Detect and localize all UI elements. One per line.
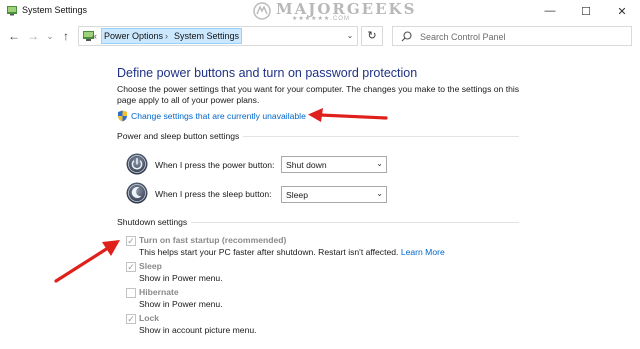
address-bar[interactable]: « Power Options › System Settings	[78, 26, 358, 46]
page-description: Choose the power settings that you want …	[117, 84, 520, 105]
breadcrumb-separator[interactable]: ›	[165, 31, 168, 41]
minimize-button[interactable]: —	[532, 0, 568, 22]
title-bar: System Settings MAJORGEEKS ★★★★★★.COM — …	[0, 0, 640, 22]
forward-button[interactable]: →	[26, 29, 40, 43]
learn-more-link[interactable]: Learn More	[401, 247, 445, 257]
sleep-button-label: When I press the sleep button:	[155, 189, 272, 199]
chevron-down-icon: ⌄	[376, 159, 383, 168]
hibernate-option-label: Hibernate	[139, 287, 179, 297]
fast-startup-label: Turn on fast startup (recommended)	[139, 235, 287, 245]
window-title: System Settings	[22, 5, 88, 15]
watermark-stars: ★★★★★★.COM	[292, 16, 350, 22]
hibernate-checkbox[interactable]	[126, 288, 136, 298]
hibernate-option-description: Show in Power menu.	[139, 299, 223, 309]
change-settings-link[interactable]: Change settings that are currently unava…	[131, 111, 306, 121]
annotation-arrow-right	[308, 108, 388, 122]
watermark: MAJORGEEKS ★★★★★★.COM	[252, 0, 414, 22]
power-section-title: Power and sleep button settings	[117, 131, 240, 141]
breadcrumb-overflow[interactable]: «	[92, 31, 97, 41]
power-button-icon	[126, 153, 148, 175]
recent-locations-button[interactable]: ⌄	[43, 29, 57, 43]
address-dropdown-button[interactable]: ⌄	[344, 28, 356, 44]
power-button-select[interactable]: Shut down ⌄	[281, 156, 387, 173]
power-button-value: Shut down	[286, 160, 327, 170]
search-placeholder[interactable]: Search Control Panel	[420, 32, 506, 42]
sleep-button-select[interactable]: Sleep ⌄	[281, 186, 387, 203]
breadcrumb-system-settings[interactable]: System Settings	[174, 31, 239, 41]
lock-option-label: Lock	[139, 313, 160, 323]
lock-option-description: Show in account picture menu.	[139, 325, 257, 335]
annotation-arrow-left	[54, 240, 120, 283]
breadcrumb-power-options[interactable]: Power Options	[104, 31, 163, 41]
close-button[interactable]: ✕	[604, 0, 640, 22]
maximize-button[interactable]: ☐	[568, 0, 604, 22]
refresh-button[interactable]: ↻	[361, 26, 383, 46]
fast-startup-checkbox[interactable]: ✓	[126, 236, 136, 246]
up-button[interactable]: ↑	[59, 29, 73, 43]
control-panel-icon	[7, 6, 17, 16]
sleep-option-label: Sleep	[139, 261, 162, 271]
sleep-option-description: Show in Power menu.	[139, 273, 223, 283]
chevron-down-icon: ⌄	[376, 189, 383, 198]
watermark-logo-icon	[253, 2, 271, 20]
lock-checkbox[interactable]: ✓	[126, 314, 136, 324]
search-box[interactable]: Search Control Panel	[392, 26, 632, 46]
sleep-button-icon	[126, 182, 148, 204]
page-title: Define power buttons and turn on passwor…	[117, 66, 418, 80]
search-icon	[401, 31, 412, 42]
sleep-button-value: Sleep	[286, 190, 308, 200]
power-button-label: When I press the power button:	[155, 160, 275, 170]
section-divider	[191, 222, 519, 223]
fast-startup-description: This helps start your PC faster after sh…	[139, 247, 445, 257]
section-divider	[243, 136, 519, 137]
uac-shield-icon	[118, 110, 127, 122]
back-button[interactable]: ←	[7, 29, 21, 43]
shutdown-section-title: Shutdown settings	[117, 217, 188, 227]
sleep-checkbox[interactable]: ✓	[126, 262, 136, 272]
